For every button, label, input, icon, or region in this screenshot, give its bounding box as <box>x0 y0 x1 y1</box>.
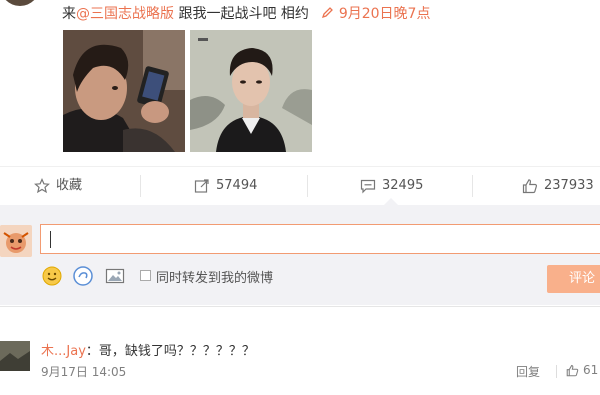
commenter-name[interactable]: 木...Jay <box>41 344 86 359</box>
comment-list: 木...Jay：哥，缺钱了吗？？？？？？ 9月17日 14:05 回复 61 <box>0 306 600 395</box>
current-user-avatar[interactable] <box>0 225 32 257</box>
favorite-button[interactable]: 收藏 <box>34 167 82 205</box>
comment-input[interactable] <box>40 224 600 254</box>
post-image-1[interactable] <box>63 30 185 152</box>
post-image-2[interactable] <box>190 30 312 152</box>
reply-label: 回复 <box>516 365 541 379</box>
cartoon-avatar-image <box>0 225 32 257</box>
comment-like-count: 61 <box>583 363 599 377</box>
repost-button[interactable]: 57494 <box>194 167 257 205</box>
comment-composer: 同时转发到我的微博 评论 <box>0 205 600 305</box>
poster-avatar[interactable] <box>0 0 40 6</box>
weibo-post: 来@三国志战略版 跟我一起战斗吧 相约 9月20日晚7点 <box>0 0 600 160</box>
post-time-text: 9月20日晚7点 <box>338 6 431 22</box>
image-button[interactable] <box>105 266 125 286</box>
comment-text: 哥，缺钱了吗？？？？？？ <box>98 344 255 359</box>
post-text-suffix: 跟我一起战斗吧 相约 <box>174 6 309 22</box>
comment-panel-pointer <box>384 198 398 205</box>
comment-like-button[interactable]: 61 <box>566 363 598 377</box>
emoji-button[interactable] <box>42 266 62 286</box>
landscape-avatar-image <box>0 341 30 371</box>
post-text-prefix: 来 <box>62 6 76 22</box>
repost-count: 57494 <box>216 178 258 193</box>
comment-icon <box>360 179 376 194</box>
post-text: 来@三国志战略版 跟我一起战斗吧 相约 9月20日晚7点 <box>62 3 430 23</box>
comment-time: 9月17日 14:05 <box>41 365 127 379</box>
post-action-bar: 收藏 57494 32495 237933 <box>0 166 600 206</box>
like-count: 237933 <box>544 178 594 193</box>
star-icon <box>34 178 50 194</box>
topic-icon <box>73 266 93 286</box>
thumbs-up-icon <box>522 179 538 194</box>
portrait-image <box>190 30 312 152</box>
text-cursor <box>50 231 51 248</box>
comment-body: 木...Jay：哥，缺钱了吗？？？？？？ <box>41 340 255 359</box>
divider <box>472 175 473 197</box>
post-time[interactable]: 9月20日晚7点 <box>321 6 430 22</box>
mention-link[interactable]: @三国志战略版 <box>76 6 174 22</box>
divider <box>140 175 141 197</box>
repost-icon <box>194 179 209 193</box>
man-with-phone-image <box>63 30 185 152</box>
smiley-icon <box>42 266 62 286</box>
submit-comment-button[interactable]: 评论 <box>547 265 600 293</box>
pencil-icon <box>322 7 334 19</box>
reply-button[interactable]: 回复 <box>516 363 540 380</box>
commenter-avatar[interactable] <box>0 341 30 371</box>
sync-repost-label: 同时转发到我的微博 <box>156 271 274 286</box>
divider <box>307 175 308 197</box>
sync-repost-checkbox[interactable] <box>140 270 151 281</box>
comment-separator: ： <box>85 344 99 359</box>
thumbs-up-icon <box>566 364 579 376</box>
image-icon <box>105 268 125 284</box>
like-button[interactable]: 237933 <box>522 167 594 205</box>
topic-button[interactable] <box>73 266 93 286</box>
divider <box>556 365 557 378</box>
favorite-label: 收藏 <box>56 178 83 193</box>
